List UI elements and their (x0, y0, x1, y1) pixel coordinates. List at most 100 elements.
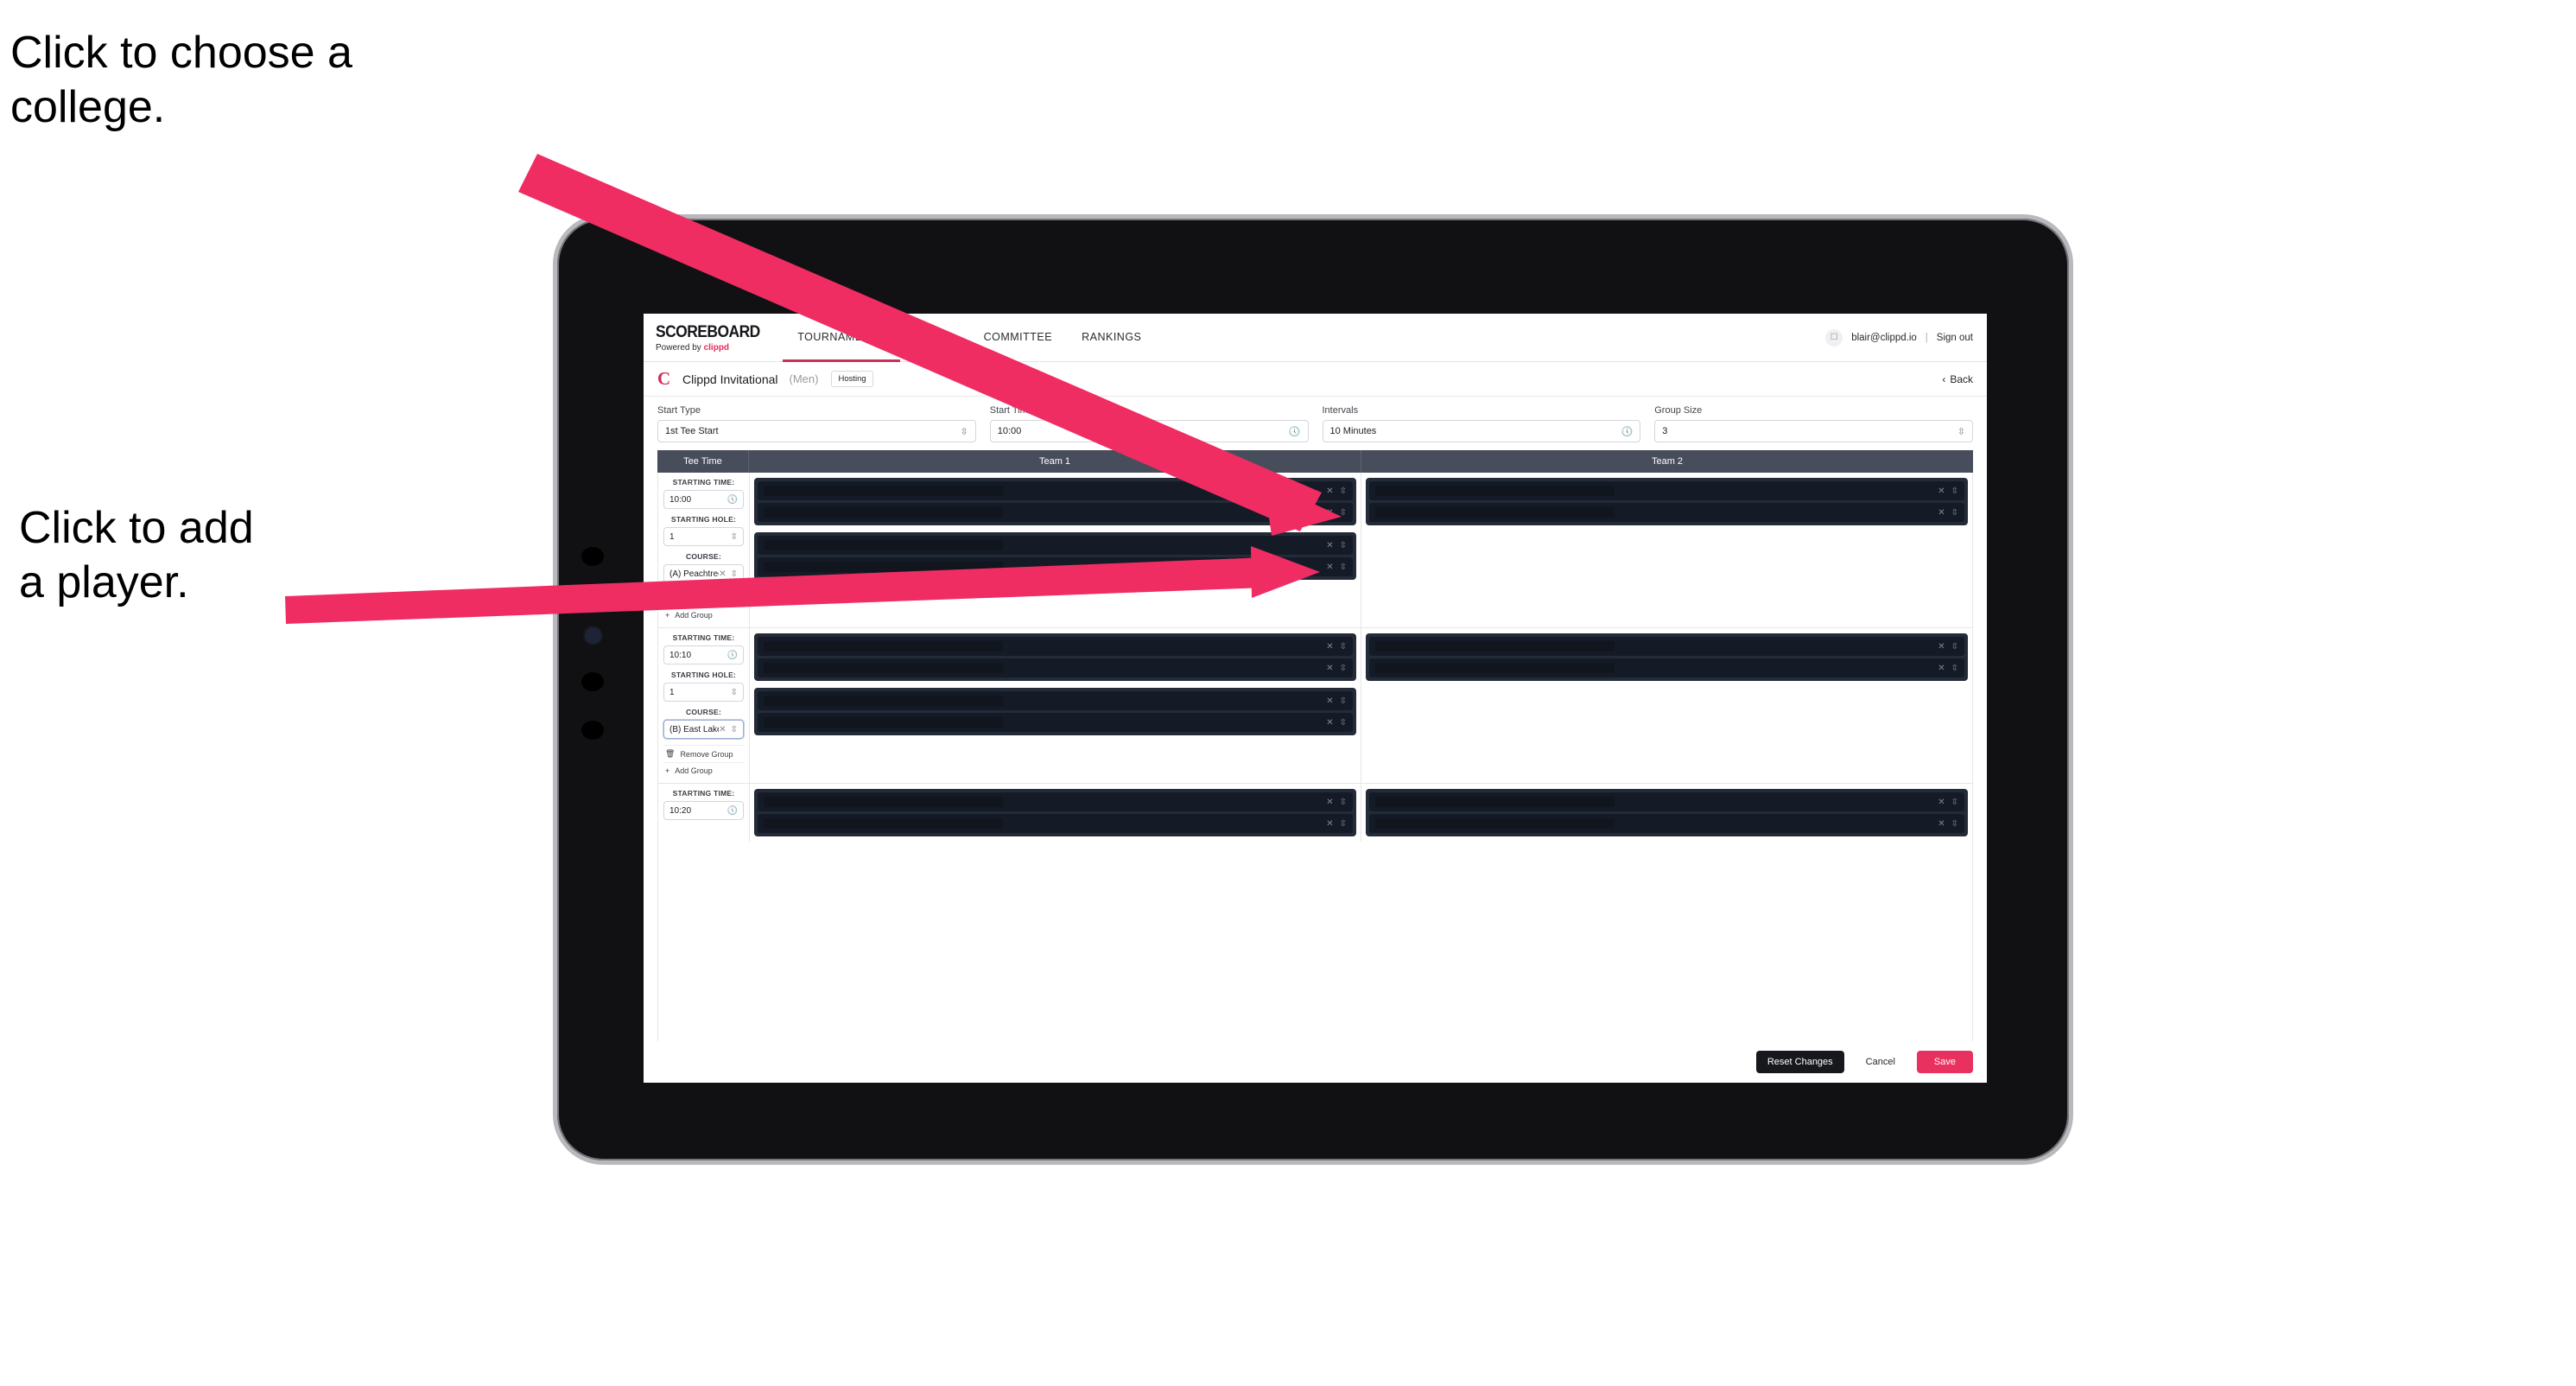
tab-tournaments[interactable]: TOURNAMENTS (783, 314, 901, 362)
clear-player-icon[interactable]: ✕ (1938, 486, 1945, 496)
chevron-updown-icon[interactable]: ⇳ (1340, 718, 1347, 728)
clear-player-icon[interactable]: ✕ (1938, 819, 1945, 829)
input-starting-hole[interactable]: 1 ⇳ (663, 683, 744, 702)
player-select-row[interactable]: ✕ ⇳ (1369, 792, 1964, 811)
label-starting-time: STARTING TIME: (672, 789, 735, 798)
remove-group-label: Remove Group (680, 749, 733, 759)
player-select-row[interactable]: ✕ ⇳ (758, 658, 1353, 677)
chevron-updown-icon[interactable]: ⇳ (1951, 642, 1958, 652)
chevron-updown-icon[interactable]: ⇳ (1340, 486, 1347, 496)
input-starting-hole[interactable]: 1 ⇳ (663, 527, 744, 546)
chevron-updown-icon[interactable]: ⇳ (1340, 798, 1347, 807)
add-group-button[interactable]: + Add Group (663, 762, 744, 779)
clear-player-icon[interactable]: ✕ (1326, 486, 1333, 496)
reset-changes-button[interactable]: Reset Changes (1755, 1051, 1844, 1073)
tab-teams[interactable]: TEAMS (900, 314, 969, 362)
tab-committee[interactable]: COMMITTEE (969, 314, 1068, 362)
column-header-team-2: Team 2 (1651, 456, 1684, 467)
player-name-redacted (764, 818, 1003, 829)
player-select-row[interactable]: ✕ ⇳ (758, 637, 1353, 656)
label-starting-hole: STARTING HOLE: (670, 671, 737, 679)
clear-player-icon[interactable]: ✕ (1326, 563, 1333, 572)
player-select-row[interactable]: ✕ ⇳ (1369, 637, 1964, 656)
chevron-updown-icon[interactable]: ⇳ (1340, 541, 1347, 550)
value-group-size: 3 (1662, 426, 1668, 436)
select-start-type[interactable]: 1st Tee Start ⇳ (657, 420, 976, 442)
player-row-icons: ✕ ⇳ (1326, 819, 1347, 829)
clear-course-icon[interactable]: ✕ (719, 725, 726, 734)
chevron-updown-icon[interactable]: ⇳ (1951, 819, 1958, 829)
player-row-icons: ✕ ⇳ (1326, 486, 1347, 496)
chevron-updown-icon[interactable]: ⇳ (1340, 696, 1347, 706)
select-course[interactable]: (B) East Lake GC ✕ ⇳ (663, 720, 744, 739)
player-name-redacted (1375, 641, 1615, 652)
clear-course-icon[interactable]: ✕ (719, 569, 726, 579)
add-group-label: Add Group (675, 611, 713, 620)
player-select-row[interactable]: ✕ ⇳ (1369, 658, 1964, 677)
chevron-updown-icon[interactable]: ⇳ (1951, 508, 1958, 518)
chevron-updown-icon[interactable]: ⇳ (1340, 819, 1347, 829)
back-link[interactable]: ‹ Back (1942, 373, 1973, 385)
player-select-row[interactable]: ✕ ⇳ (1369, 481, 1964, 500)
clear-player-icon[interactable]: ✕ (1326, 718, 1333, 728)
brand-logo[interactable]: SCOREBOARD Powered by clippd (644, 314, 783, 361)
clear-player-icon[interactable]: ✕ (1938, 798, 1945, 807)
player-select-row[interactable]: ✕ ⇳ (758, 814, 1353, 833)
select-course[interactable]: (A) Peachtree GC ✕ ⇳ (663, 564, 744, 583)
player-name-redacted (1375, 663, 1615, 673)
clear-player-icon[interactable]: ✕ (1326, 798, 1333, 807)
chevron-updown-icon[interactable]: ⇳ (1951, 486, 1958, 496)
chevron-updown-icon[interactable]: ⇳ (1951, 798, 1958, 807)
chevron-updown-icon[interactable]: ⇳ (1340, 563, 1347, 572)
chevron-updown-icon[interactable]: ⇳ (1340, 508, 1347, 518)
field-group-size: Group Size 3 ⇳ (1654, 405, 1973, 442)
player-name-redacted (764, 486, 1003, 496)
chevron-updown-icon[interactable]: ⇳ (1951, 664, 1958, 673)
save-button[interactable]: Save (1916, 1051, 1973, 1073)
input-start-time[interactable]: 10:00 🕔 (989, 420, 1309, 442)
chevron-updown-icon: ⇳ (730, 569, 738, 579)
player-select-row[interactable]: ✕ ⇳ (758, 536, 1353, 555)
clock-icon: 🕔 (1621, 426, 1634, 437)
chevron-updown-icon[interactable]: ⇳ (1340, 664, 1347, 673)
player-select-row[interactable]: ✕ ⇳ (758, 792, 1353, 811)
tab-rankings[interactable]: RANKINGS (1067, 314, 1156, 362)
clear-player-icon[interactable]: ✕ (1326, 664, 1333, 673)
clear-player-icon[interactable]: ✕ (1326, 819, 1333, 829)
input-starting-time[interactable]: 10:10 🕔 (663, 645, 744, 664)
clear-player-icon[interactable]: ✕ (1326, 642, 1333, 652)
clear-player-icon[interactable]: ✕ (1938, 642, 1945, 652)
chevron-updown-icon[interactable]: ⇳ (1340, 642, 1347, 652)
select-group-size[interactable]: 3 ⇳ (1654, 420, 1973, 442)
add-group-button[interactable]: + Add Group (663, 607, 744, 623)
cancel-button[interactable]: Cancel (1855, 1051, 1907, 1073)
clear-player-icon[interactable]: ✕ (1326, 696, 1333, 706)
form-footer: Reset Changes Cancel Save (644, 1041, 1987, 1083)
user-avatar-icon[interactable]: ☐ (1825, 328, 1843, 346)
clock-icon: 🕔 (726, 494, 738, 505)
player-select-row[interactable]: ✕ ⇳ (758, 691, 1353, 710)
input-starting-time[interactable]: 10:20 🕔 (663, 801, 744, 820)
tournament-gender: (Men) (789, 372, 819, 385)
player-select-row[interactable]: ✕ ⇳ (758, 557, 1353, 576)
input-intervals[interactable]: 10 Minutes 🕔 (1322, 420, 1641, 442)
player-select-row[interactable]: ✕ ⇳ (758, 503, 1353, 522)
column-header-tee-time: Tee Time (657, 450, 749, 473)
remove-group-button[interactable]: 🗑 Remove Group (663, 745, 744, 762)
label-intervals: Intervals (1322, 405, 1359, 416)
player-select-row[interactable]: ✕ ⇳ (758, 481, 1353, 500)
clear-player-icon[interactable]: ✕ (1326, 541, 1333, 550)
player-row-icons: ✕ ⇳ (1938, 798, 1958, 807)
sign-out-link[interactable]: Sign out (1937, 333, 1973, 343)
player-select-row[interactable]: ✕ ⇳ (758, 713, 1353, 732)
player-select-row[interactable]: ✕ ⇳ (1369, 814, 1964, 833)
brand-subtitle-prefix: Powered by (656, 342, 704, 353)
input-starting-time[interactable]: 10:00 🕔 (663, 490, 744, 509)
clear-player-icon[interactable]: ✕ (1326, 508, 1333, 518)
clear-player-icon[interactable]: ✕ (1938, 664, 1945, 673)
table-row: STARTING TIME: 10:00 🕔 STARTING HOLE: 1 … (658, 473, 1972, 628)
clear-player-icon[interactable]: ✕ (1938, 508, 1945, 518)
player-select-row[interactable]: ✕ ⇳ (1369, 503, 1964, 522)
tee-times-table[interactable]: STARTING TIME: 10:00 🕔 STARTING HOLE: 1 … (657, 473, 1973, 1041)
remove-group-button[interactable]: 🗑 Remove Group (663, 589, 744, 607)
